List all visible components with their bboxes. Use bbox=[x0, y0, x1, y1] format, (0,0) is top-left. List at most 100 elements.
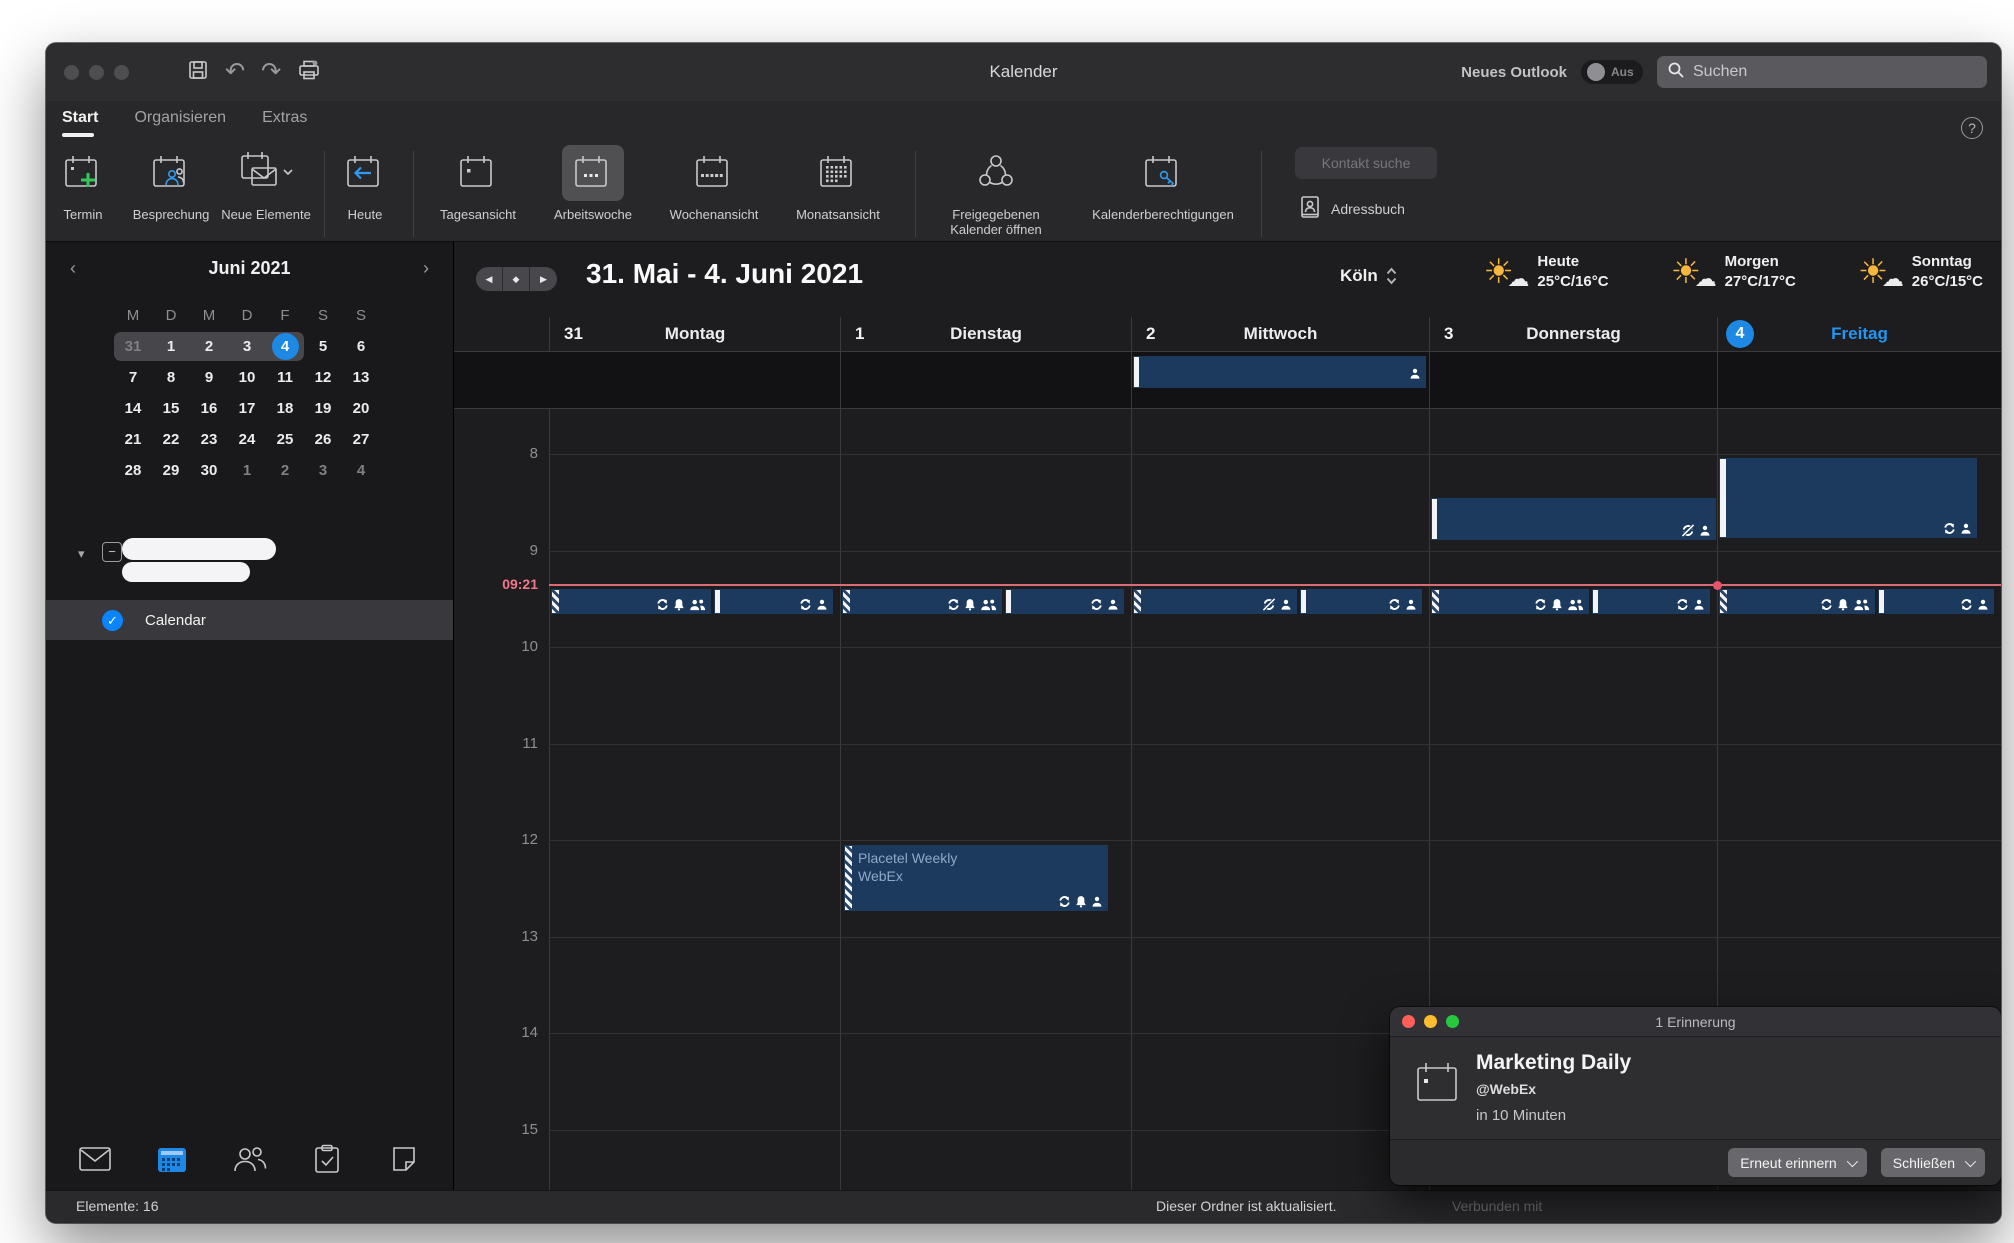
heute-button[interactable]: Heute bbox=[310, 145, 420, 222]
meeting-event[interactable] bbox=[1005, 589, 1124, 614]
calendar-permissions-button[interactable]: Kalenderberechtigungen bbox=[1083, 145, 1243, 222]
meeting-event[interactable] bbox=[842, 589, 1002, 614]
arbeitswoche-button[interactable]: Arbeitswoche bbox=[538, 145, 648, 222]
meeting-event[interactable] bbox=[1133, 589, 1297, 614]
meeting-event[interactable] bbox=[1431, 589, 1589, 614]
minical-day[interactable]: 15 bbox=[152, 393, 190, 424]
day-header-mittwoch[interactable]: 2Mittwoch bbox=[1131, 317, 1429, 351]
minical-day[interactable]: 9 bbox=[190, 362, 228, 393]
besprechung-button[interactable]: Besprechung bbox=[116, 145, 226, 222]
day-header-dienstag[interactable]: 1Dienstag bbox=[840, 317, 1131, 351]
minical-day[interactable]: 3 bbox=[304, 455, 342, 486]
tagesansicht-button[interactable]: Tagesansicht bbox=[423, 145, 533, 222]
weather-location[interactable]: Köln bbox=[1340, 266, 1397, 286]
day-column[interactable] bbox=[549, 409, 840, 1190]
minical-day[interactable]: 12 bbox=[304, 362, 342, 393]
next-week-button[interactable]: ▶ bbox=[530, 267, 557, 291]
prev-week-button[interactable]: ◀ bbox=[476, 267, 503, 291]
minical-day[interactable]: 3 bbox=[228, 331, 266, 362]
calendar-key-icon bbox=[1132, 145, 1194, 201]
minical-day[interactable]: 25 bbox=[266, 424, 304, 455]
minical-day[interactable]: 28 bbox=[114, 455, 152, 486]
wochenansicht-button[interactable]: Wochenansicht bbox=[659, 145, 769, 222]
neues-outlook-toggle[interactable]: Aus bbox=[1581, 60, 1643, 84]
day-header-freitag[interactable]: 4Freitag bbox=[1717, 317, 2001, 351]
minical-day[interactable]: 4 bbox=[266, 331, 304, 362]
minical-day[interactable]: 20 bbox=[342, 393, 380, 424]
meeting-event[interactable] bbox=[1592, 589, 1710, 614]
minical-day[interactable]: 27 bbox=[342, 424, 380, 455]
tab-start[interactable]: Start bbox=[62, 109, 98, 135]
placetel-weekly-event[interactable]: Placetel WeeklyWebEx bbox=[844, 845, 1108, 911]
minical-day[interactable]: 21 bbox=[114, 424, 152, 455]
monatsansicht-button[interactable]: Monatsansicht bbox=[783, 145, 893, 222]
adressbuch-button[interactable]: Adressbuch bbox=[1299, 195, 1405, 222]
meeting-event[interactable] bbox=[714, 589, 833, 614]
minical-day[interactable]: 2 bbox=[266, 455, 304, 486]
notes-module-button[interactable] bbox=[383, 1140, 425, 1178]
print-icon[interactable] bbox=[297, 59, 321, 86]
minical-day[interactable]: 8 bbox=[152, 362, 190, 393]
minimize-window-button[interactable] bbox=[89, 65, 104, 80]
search-input[interactable]: Suchen bbox=[1657, 56, 1987, 88]
calendar-module-button[interactable] bbox=[151, 1140, 193, 1178]
minical-day[interactable]: 11 bbox=[266, 362, 304, 393]
all-day-event[interactable] bbox=[1133, 356, 1426, 388]
meeting-event[interactable] bbox=[551, 589, 711, 614]
snooze-button[interactable]: Erneut erinnern bbox=[1728, 1148, 1867, 1177]
minical-next-icon[interactable]: › bbox=[423, 258, 429, 279]
minical-day[interactable]: 14 bbox=[114, 393, 152, 424]
save-icon[interactable] bbox=[187, 59, 209, 86]
day-header-donnerstag[interactable]: 3Donnerstag bbox=[1429, 317, 1717, 351]
minical-day[interactable]: 13 bbox=[342, 362, 380, 393]
minical-day[interactable]: 26 bbox=[304, 424, 342, 455]
minical-day[interactable]: 7 bbox=[114, 362, 152, 393]
minical-day[interactable]: 30 bbox=[190, 455, 228, 486]
meeting-event[interactable] bbox=[1719, 589, 1875, 614]
day-column[interactable] bbox=[1131, 409, 1429, 1190]
minical-day[interactable]: 6 bbox=[342, 331, 380, 362]
minical-day[interactable]: 22 bbox=[152, 424, 190, 455]
minical-day[interactable]: 29 bbox=[152, 455, 190, 486]
mail-module-button[interactable] bbox=[74, 1140, 116, 1178]
minical-day[interactable]: 16 bbox=[190, 393, 228, 424]
zoom-window-button[interactable] bbox=[114, 65, 129, 80]
minical-day[interactable]: 1 bbox=[228, 455, 266, 486]
meeting-event[interactable] bbox=[1878, 589, 1994, 614]
minical-day[interactable]: 5 bbox=[304, 331, 342, 362]
meeting-event[interactable] bbox=[1431, 498, 1716, 540]
tab-organisieren[interactable]: Organisieren bbox=[134, 109, 226, 135]
goto-today-button[interactable]: ◆ bbox=[503, 267, 530, 291]
calendar-checkbox[interactable]: ✓ bbox=[102, 610, 123, 631]
minical-day[interactable]: 10 bbox=[228, 362, 266, 393]
minical-day[interactable]: 1 bbox=[152, 331, 190, 362]
open-shared-calendar-button[interactable]: Freigegebenen Kalender öffnen bbox=[926, 145, 1066, 237]
tasks-module-button[interactable] bbox=[306, 1140, 348, 1178]
minical-day[interactable]: 23 bbox=[190, 424, 228, 455]
calendar-list-item[interactable]: ✓ Calendar bbox=[46, 600, 453, 640]
neue-elemente-button[interactable]: Neue Elemente bbox=[211, 145, 321, 222]
tab-extras[interactable]: Extras bbox=[262, 109, 307, 135]
dismiss-button[interactable]: Schließen bbox=[1881, 1148, 1985, 1177]
close-window-button[interactable] bbox=[64, 65, 79, 80]
minical-day[interactable]: 4 bbox=[342, 455, 380, 486]
location-stepper-icon[interactable] bbox=[1386, 267, 1397, 285]
help-icon[interactable]: ? bbox=[1961, 117, 1983, 139]
meeting-event[interactable] bbox=[1719, 458, 1977, 538]
minical-day[interactable]: 18 bbox=[266, 393, 304, 424]
minical-day[interactable]: 2 bbox=[190, 331, 228, 362]
undo-icon[interactable]: ↶ bbox=[225, 60, 245, 84]
day-header-montag[interactable]: 31Montag bbox=[549, 317, 840, 351]
minical-day[interactable]: 19 bbox=[304, 393, 342, 424]
meeting-event[interactable] bbox=[1300, 589, 1422, 614]
minical-day[interactable]: 31 bbox=[114, 331, 152, 362]
minical-day[interactable]: 24 bbox=[228, 424, 266, 455]
kontakt-suche-field[interactable]: Kontakt suche bbox=[1295, 147, 1437, 179]
collapse-box-icon[interactable]: − bbox=[102, 542, 122, 562]
chevron-down-icon[interactable]: ▾ bbox=[78, 546, 85, 562]
redo-icon[interactable]: ↷ bbox=[261, 60, 281, 84]
day-column[interactable] bbox=[840, 409, 1131, 1190]
minical-day[interactable]: 17 bbox=[228, 393, 266, 424]
people-module-button[interactable] bbox=[229, 1140, 271, 1178]
reminder-location: @WebEx bbox=[1476, 1081, 1536, 1097]
